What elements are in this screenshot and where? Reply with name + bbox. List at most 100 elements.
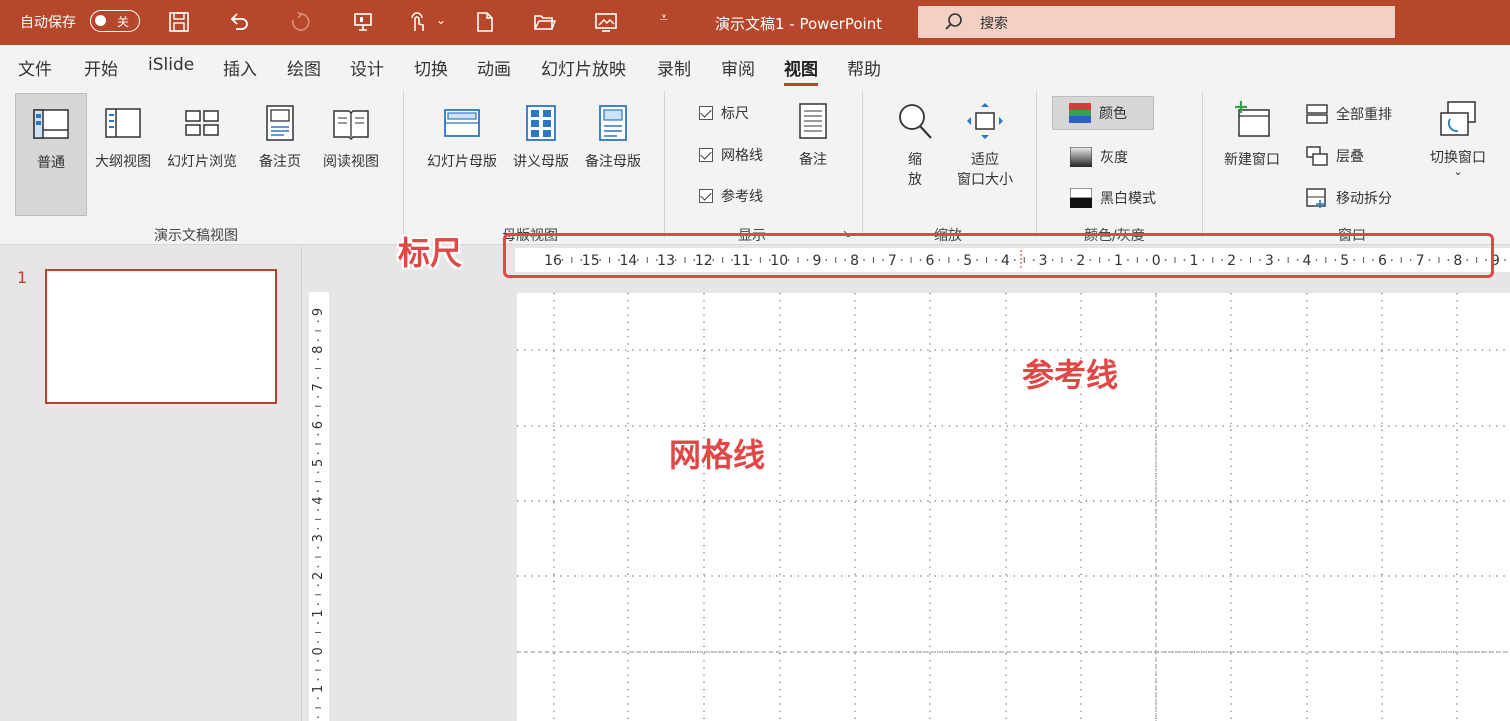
cascade-button[interactable]: 层叠 <box>1306 146 1364 166</box>
tab-slideshow[interactable]: 幻灯片放映 <box>541 55 626 80</box>
notes-page-button[interactable]: 备注页 <box>250 103 310 171</box>
new-file-icon[interactable] <box>473 10 497 34</box>
customize-qat-icon[interactable]: ⩡ <box>660 10 668 26</box>
guides-annotation: 参考线 <box>1022 356 1119 394</box>
cascade-icon <box>1306 146 1328 166</box>
save-icon[interactable] <box>167 10 191 34</box>
ruler-checkbox[interactable]: 标尺 <box>699 103 749 123</box>
ruler-tick <box>317 603 319 606</box>
ruler-tick <box>317 377 319 379</box>
normal-view-button[interactable]: 普通 <box>15 93 87 216</box>
group-separator <box>403 91 404 237</box>
ruler-tick-label: 4 <box>311 496 326 504</box>
notes-master-button[interactable]: 备注母版 <box>580 103 646 171</box>
ribbon-tabs: 文件 开始 iSlide 插入 绘图 设计 切换 动画 幻灯片放映 录制 审阅 … <box>0 45 1510 87</box>
ribbon-view: 普通 大纲视图 幻灯片浏览 备注页 阅读视图 演示文稿视图 幻灯片母版 讲义母版 <box>0 87 1510 245</box>
ruler-tick-label: 2 <box>311 572 326 580</box>
magnifier-icon <box>899 104 932 139</box>
outline-view-button[interactable]: 大纲视图 <box>89 103 157 171</box>
present-icon[interactable] <box>351 10 375 34</box>
slide-sorter-icon <box>185 110 219 136</box>
group-label-views: 演示文稿视图 <box>154 228 238 244</box>
tab-record[interactable]: 录制 <box>657 55 691 80</box>
ruler-annotation: 标尺 <box>398 234 463 272</box>
slide-sorter-label: 幻灯片浏览 <box>167 154 237 170</box>
ruler-tick <box>317 339 319 342</box>
touch-mode-icon[interactable] <box>406 10 430 34</box>
gridlines-and-guides <box>517 293 1510 721</box>
toggle-knob <box>95 15 106 26</box>
tab-transitions[interactable]: 切换 <box>414 55 448 80</box>
slide-thumbnail[interactable] <box>45 269 277 404</box>
gridlines-checkbox-label: 网格线 <box>721 148 763 164</box>
reading-view-label: 阅读视图 <box>323 154 379 170</box>
autosave-toggle[interactable]: 关 <box>90 10 140 32</box>
zoom-button[interactable]: 缩 放 <box>892 101 938 189</box>
open-folder-icon[interactable] <box>533 10 557 34</box>
vertical-ruler[interactable]: 9 8 7 6 5 4 3 2 1 0 1 <box>309 292 329 721</box>
fit-to-window-button[interactable]: 适应 窗口大小 <box>950 101 1020 189</box>
ruler-tick <box>317 622 319 624</box>
ruler-tick <box>317 659 319 662</box>
reading-view-button[interactable]: 阅读视图 <box>318 103 384 171</box>
undo-icon[interactable] <box>227 10 251 34</box>
notes-page-label: 备注页 <box>259 154 301 170</box>
slide-canvas[interactable] <box>517 293 1510 721</box>
slide-master-icon <box>444 109 480 137</box>
move-split-button[interactable]: 移动拆分 <box>1306 188 1392 208</box>
chevron-down-icon: ⌄ <box>1453 165 1463 178</box>
checkbox-checked-icon <box>699 148 713 162</box>
tab-insert[interactable]: 插入 <box>223 55 257 80</box>
color-label: 颜色 <box>1099 106 1127 122</box>
ruler-tick <box>317 490 319 492</box>
ruler-tick-label: 7 <box>311 383 326 391</box>
tab-animations[interactable]: 动画 <box>477 55 511 80</box>
title-bar: 自动保存 关 ⌄ ⩡ 演示文稿1 - PowerPoint 搜索 <box>0 0 1510 45</box>
notes-page-icon <box>266 105 294 141</box>
slide-sorter-button[interactable]: 幻灯片浏览 <box>161 103 243 171</box>
screenshot-icon[interactable] <box>594 10 618 34</box>
fit-window-label-2: 窗口大小 <box>957 172 1013 188</box>
tab-file[interactable]: 文件 <box>18 55 52 80</box>
tab-view[interactable]: 视图 <box>784 55 818 86</box>
ruler-tick-label: 3 <box>311 534 326 542</box>
ruler-tick <box>317 697 319 700</box>
group-separator <box>664 91 665 237</box>
search-box[interactable]: 搜索 <box>918 6 1395 38</box>
notes-master-label: 备注母版 <box>585 154 641 170</box>
chevron-down-icon[interactable]: ⌄ <box>436 13 446 27</box>
redo-icon[interactable] <box>288 10 312 34</box>
gridlines-checkbox[interactable]: 网格线 <box>699 145 763 165</box>
color-button[interactable]: 颜色 <box>1052 96 1154 130</box>
arrange-all-button[interactable]: 全部重排 <box>1306 104 1392 124</box>
tab-home[interactable]: 开始 <box>84 55 118 80</box>
gridlines-annotation: 网格线 <box>669 436 766 474</box>
new-window-button[interactable]: 新建窗口 <box>1218 101 1286 169</box>
ruler-tick <box>317 320 319 323</box>
normal-view-icon <box>33 109 69 139</box>
slide-master-button[interactable]: 幻灯片母版 <box>422 103 502 171</box>
handout-master-button[interactable]: 讲义母版 <box>508 103 574 171</box>
switch-windows-button[interactable]: 切换窗口 ⌄ <box>1424 99 1492 177</box>
tab-help[interactable]: 帮助 <box>847 55 881 80</box>
ruler-checkbox-label: 标尺 <box>721 106 749 122</box>
ruler-tick <box>1504 259 1506 261</box>
ruler-tick-label: 8 <box>311 346 326 354</box>
document-title: 演示文稿1 - PowerPoint <box>715 15 883 33</box>
guides-checkbox[interactable]: 参考线 <box>699 186 763 206</box>
grayscale-icon <box>1070 147 1092 167</box>
group-separator <box>862 91 863 237</box>
ruler-tick <box>317 716 319 719</box>
ruler-tick <box>317 546 319 549</box>
ruler-tick-label: 5 <box>311 459 326 467</box>
tab-review[interactable]: 审阅 <box>721 55 755 80</box>
tab-draw[interactable]: 绘图 <box>287 55 321 80</box>
grayscale-button[interactable]: 灰度 <box>1070 147 1128 167</box>
black-white-button[interactable]: 黑白模式 <box>1070 188 1156 208</box>
tab-islide[interactable]: iSlide <box>148 55 194 75</box>
ruler-tick <box>317 358 319 361</box>
tab-design[interactable]: 设计 <box>350 55 384 80</box>
switch-windows-label: 切换窗口 <box>1430 150 1486 166</box>
new-window-icon <box>1235 101 1270 137</box>
notes-button[interactable]: 备注 <box>790 101 836 169</box>
